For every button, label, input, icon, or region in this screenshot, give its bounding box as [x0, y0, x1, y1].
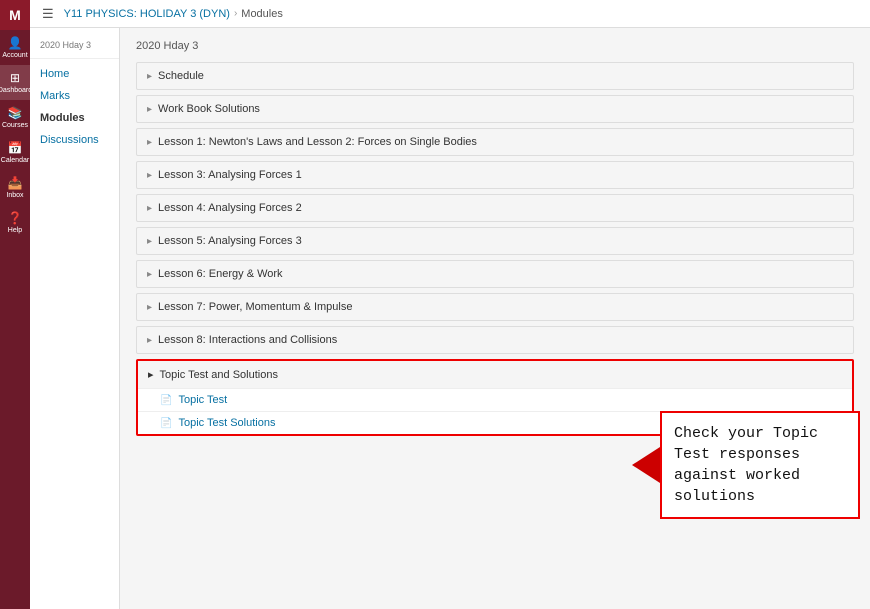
- module-lesson6[interactable]: ▸ Lesson 6: Energy & Work: [136, 260, 854, 288]
- nav-calendar-label: Calendar: [1, 157, 29, 164]
- topic-test-header[interactable]: ▸ Topic Test and Solutions: [138, 361, 852, 388]
- bullet-icon: ▸: [147, 104, 152, 115]
- nav-account[interactable]: 👤 Account: [0, 30, 30, 65]
- module-lesson7[interactable]: ▸ Lesson 7: Power, Momentum & Impulse: [136, 293, 854, 321]
- module-lesson4-label: Lesson 4: Analysing Forces 2: [158, 202, 302, 214]
- callout-arrow: [632, 447, 660, 483]
- bullet-icon: ▸: [147, 170, 152, 181]
- sidebar: 2020 Hday 3 Home Marks Modules Discussio…: [30, 28, 120, 609]
- main-content: 2020 Hday 3 ▸ Schedule ▸ Work Book Solut…: [120, 28, 870, 609]
- callout-arrow-wrapper: [632, 447, 660, 483]
- module-workbook-label: Work Book Solutions: [158, 103, 260, 115]
- module-lesson4[interactable]: ▸ Lesson 4: Analysing Forces 2: [136, 194, 854, 222]
- module-workbook[interactable]: ▸ Work Book Solutions: [136, 95, 854, 123]
- logo: M: [0, 0, 30, 30]
- dashboard-icon: ⊞: [10, 71, 20, 85]
- module-lesson7-label: Lesson 7: Power, Momentum & Impulse: [158, 301, 352, 313]
- menu-icon[interactable]: ☰: [42, 6, 54, 22]
- sidebar-item-discussions[interactable]: Discussions: [30, 129, 119, 151]
- callout-container: Check your Topic Test responses against …: [632, 411, 860, 519]
- help-icon: ❓: [8, 211, 23, 225]
- topic-test-solutions-label: Topic Test Solutions: [178, 417, 275, 429]
- bullet-icon: ▸: [147, 269, 152, 280]
- module-schedule[interactable]: ▸ Schedule: [136, 62, 854, 90]
- nav-courses[interactable]: 📚 Courses: [0, 100, 30, 135]
- module-lesson1[interactable]: ▸ Lesson 1: Newton's Laws and Lesson 2: …: [136, 128, 854, 156]
- breadcrumb-course[interactable]: Y11 PHYSICS: HOLIDAY 3 (DYN): [64, 8, 230, 20]
- module-lesson8-label: Lesson 8: Interactions and Collisions: [158, 334, 337, 346]
- sidebar-breadcrumb: 2020 Hday 3: [30, 36, 119, 59]
- nav-inbox-label: Inbox: [6, 192, 23, 199]
- bullet-icon: ▸: [148, 368, 154, 381]
- bullet-icon: ▸: [147, 203, 152, 214]
- sidebar-item-home[interactable]: Home: [30, 63, 119, 85]
- callout-box: Check your Topic Test responses against …: [660, 411, 860, 519]
- nav-calendar[interactable]: 📅 Calendar: [0, 135, 30, 170]
- page-title: 2020 Hday 3: [136, 40, 854, 52]
- module-lesson5[interactable]: ▸ Lesson 5: Analysing Forces 3: [136, 227, 854, 255]
- sidebar-item-modules[interactable]: Modules: [30, 107, 119, 129]
- bullet-icon: ▸: [147, 137, 152, 148]
- account-icon: 👤: [8, 36, 23, 50]
- nav-courses-label: Courses: [2, 122, 28, 129]
- inbox-icon: 📥: [8, 176, 23, 190]
- breadcrumb-separator: ›: [234, 8, 237, 19]
- nav-account-label: Account: [2, 52, 27, 59]
- nav-help-label: Help: [8, 227, 22, 234]
- bullet-icon: ▸: [147, 302, 152, 313]
- topic-test-header-label: Topic Test and Solutions: [160, 369, 278, 381]
- sidebar-item-marks[interactable]: Marks: [30, 85, 119, 107]
- breadcrumb-current: Modules: [241, 8, 283, 20]
- nav-help[interactable]: ❓ Help: [0, 205, 30, 240]
- bullet-icon: ▸: [147, 335, 152, 346]
- module-lesson5-label: Lesson 5: Analysing Forces 3: [158, 235, 302, 247]
- top-bar: ☰ Y11 PHYSICS: HOLIDAY 3 (DYN) › Modules: [30, 0, 870, 28]
- bullet-icon: ▸: [147, 236, 152, 247]
- nav-dashboard[interactable]: ⊞ Dashboard: [0, 65, 30, 100]
- module-lesson3-label: Lesson 3: Analysing Forces 1: [158, 169, 302, 181]
- nav-rail: M 👤 Account ⊞ Dashboard 📚 Courses 📅 Cale…: [0, 0, 30, 609]
- page-icon: 📄: [160, 418, 172, 429]
- page-icon: 📄: [160, 395, 172, 406]
- module-lesson3[interactable]: ▸ Lesson 3: Analysing Forces 1: [136, 161, 854, 189]
- module-schedule-label: Schedule: [158, 70, 204, 82]
- module-lesson8[interactable]: ▸ Lesson 8: Interactions and Collisions: [136, 326, 854, 354]
- topic-test-item[interactable]: 📄 Topic Test: [138, 388, 852, 411]
- module-lesson1-label: Lesson 1: Newton's Laws and Lesson 2: Fo…: [158, 136, 477, 148]
- calendar-icon: 📅: [8, 141, 23, 155]
- bullet-icon: ▸: [147, 71, 152, 82]
- nav-dashboard-label: Dashboard: [0, 87, 32, 94]
- nav-inbox[interactable]: 📥 Inbox: [0, 170, 30, 205]
- topic-test-label: Topic Test: [178, 394, 227, 406]
- module-lesson6-label: Lesson 6: Energy & Work: [158, 268, 283, 280]
- callout-text: Check your Topic Test responses against …: [674, 425, 818, 505]
- courses-icon: 📚: [8, 106, 23, 120]
